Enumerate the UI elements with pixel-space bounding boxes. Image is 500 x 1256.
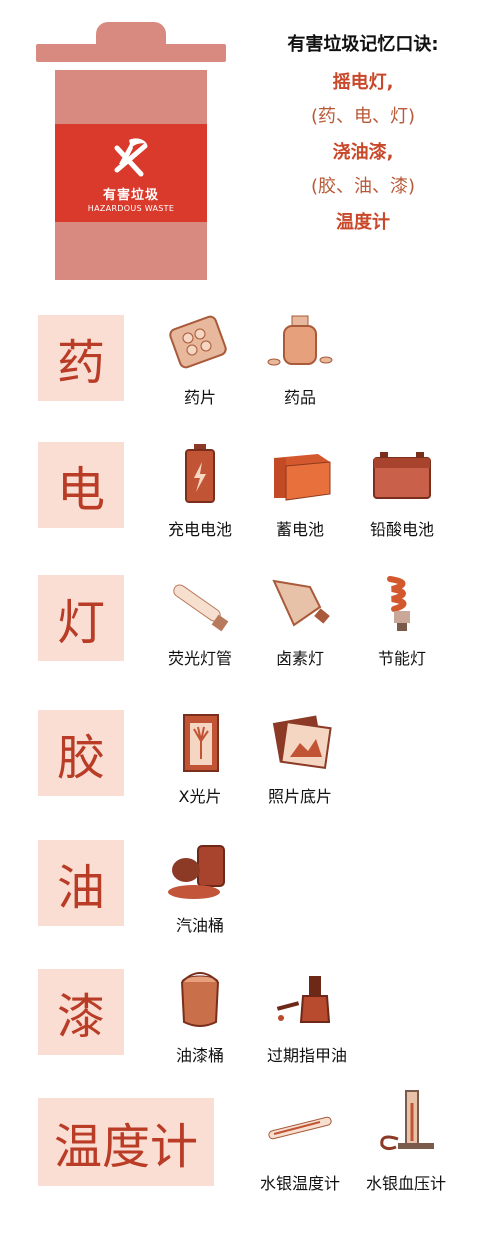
pills-icon <box>169 315 227 369</box>
item-label: 药品 <box>283 388 316 407</box>
mnemonic-line-2: 浇油漆, <box>332 142 394 163</box>
category-oil: 油 <box>38 840 124 926</box>
energy-saving-bulb-icon <box>387 576 410 631</box>
category-label: 漆 <box>56 989 105 1045</box>
mnemonic-block: 有害垃圾记忆口诀: 摇电灯, (药、电、灯) 浇油漆, (胶、油、漆) 温度计 <box>238 30 488 242</box>
category-battery: 电 <box>38 442 124 528</box>
mnemonic-title: 有害垃圾记忆口诀: <box>287 34 439 55</box>
mercury-thermometer-icon <box>268 1116 332 1140</box>
category-label: 电 <box>56 462 105 518</box>
item-fluorescent-tube: 荧光灯管 <box>152 573 248 669</box>
item-label: 蓄电池 <box>275 520 324 539</box>
nail-polish-icon <box>276 976 331 1023</box>
hazardous-waste-bin: 有害垃圾 HAZARDOUS WASTE <box>36 22 226 280</box>
halogen-lamp-icon <box>272 579 330 627</box>
item-label: 充电电池 <box>167 520 232 539</box>
category-lamp: 灯 <box>38 575 124 661</box>
category-label: 药 <box>56 335 105 391</box>
item-nail-polish: 过期指甲油 <box>252 970 362 1066</box>
bin-lid <box>36 44 226 62</box>
item-label: X光片 <box>178 787 222 806</box>
item-label: 汽油桶 <box>175 916 224 935</box>
category-thermometer: 温度计 <box>38 1098 214 1186</box>
item-label: 铅酸电池 <box>369 520 434 539</box>
category-label: 油 <box>56 860 105 916</box>
oil-barrel-icon <box>168 845 225 899</box>
category-label: 灯 <box>56 595 105 651</box>
medicine-bottle-icon <box>267 315 333 366</box>
storage-battery-icon <box>274 454 331 501</box>
item-label: 药片 <box>183 388 216 407</box>
bin-body: 有害垃圾 HAZARDOUS WASTE <box>55 70 207 280</box>
category-paint: 漆 <box>38 969 124 1055</box>
item-mercury-thermometer: 水银温度计 <box>248 1098 352 1194</box>
item-paint-bucket: 油漆桶 <box>152 970 248 1066</box>
bin-label-cn: 有害垃圾 <box>102 188 159 203</box>
paint-bucket-icon <box>181 972 219 1027</box>
item-rechargeable-battery: 充电电池 <box>152 444 248 540</box>
mercury-sphygmomanometer-icon <box>380 1090 434 1151</box>
item-x-ray-film: X光片 <box>152 711 248 807</box>
item-lead-acid-battery: 铅酸电池 <box>354 444 450 540</box>
item-storage-battery: 蓄电池 <box>252 444 348 540</box>
item-oil-barrel: 汽油桶 <box>152 840 248 936</box>
fluorescent-tube-icon <box>173 584 229 632</box>
category-label: 胶 <box>56 730 105 786</box>
item-label: 照片底片 <box>267 787 332 806</box>
category-label: 温度计 <box>53 1119 198 1175</box>
item-label: 荧光灯管 <box>167 649 232 668</box>
item-mercury-sphygmomanometer: 水银血压计 <box>354 1080 458 1194</box>
item-label: 水银血压计 <box>365 1174 446 1193</box>
category-film: 胶 <box>38 710 124 796</box>
item-medicine: 药品 <box>252 312 348 408</box>
item-label: 卤素灯 <box>275 649 324 668</box>
bin-label-en: HAZARDOUS WASTE <box>87 204 175 213</box>
category-medicine: 药 <box>38 315 124 401</box>
lead-acid-battery-icon <box>373 452 431 499</box>
item-label: 油漆桶 <box>175 1046 224 1065</box>
bin-label-band: 有害垃圾 HAZARDOUS WASTE <box>55 124 207 222</box>
item-label: 过期指甲油 <box>266 1046 347 1065</box>
item-label: 节能灯 <box>377 649 426 668</box>
hazard-symbol-icon <box>114 138 148 177</box>
mnemonic-line-1-note: (药、电、灯) <box>310 106 416 127</box>
item-energy-saving-bulb: 节能灯 <box>354 573 450 669</box>
mnemonic-line-1: 摇电灯, <box>332 72 394 93</box>
item-label: 水银温度计 <box>259 1174 340 1193</box>
item-photo-negative: 照片底片 <box>252 711 348 807</box>
rechargeable-battery-icon <box>185 444 215 503</box>
item-pills: 药片 <box>152 312 248 408</box>
x-ray-film-icon <box>183 714 219 772</box>
mnemonic-line-3: 温度计 <box>336 212 390 233</box>
item-halogen-lamp: 卤素灯 <box>252 573 348 669</box>
mnemonic-line-2-note: (胶、油、漆) <box>310 176 416 197</box>
photo-negative-icon <box>272 715 332 769</box>
